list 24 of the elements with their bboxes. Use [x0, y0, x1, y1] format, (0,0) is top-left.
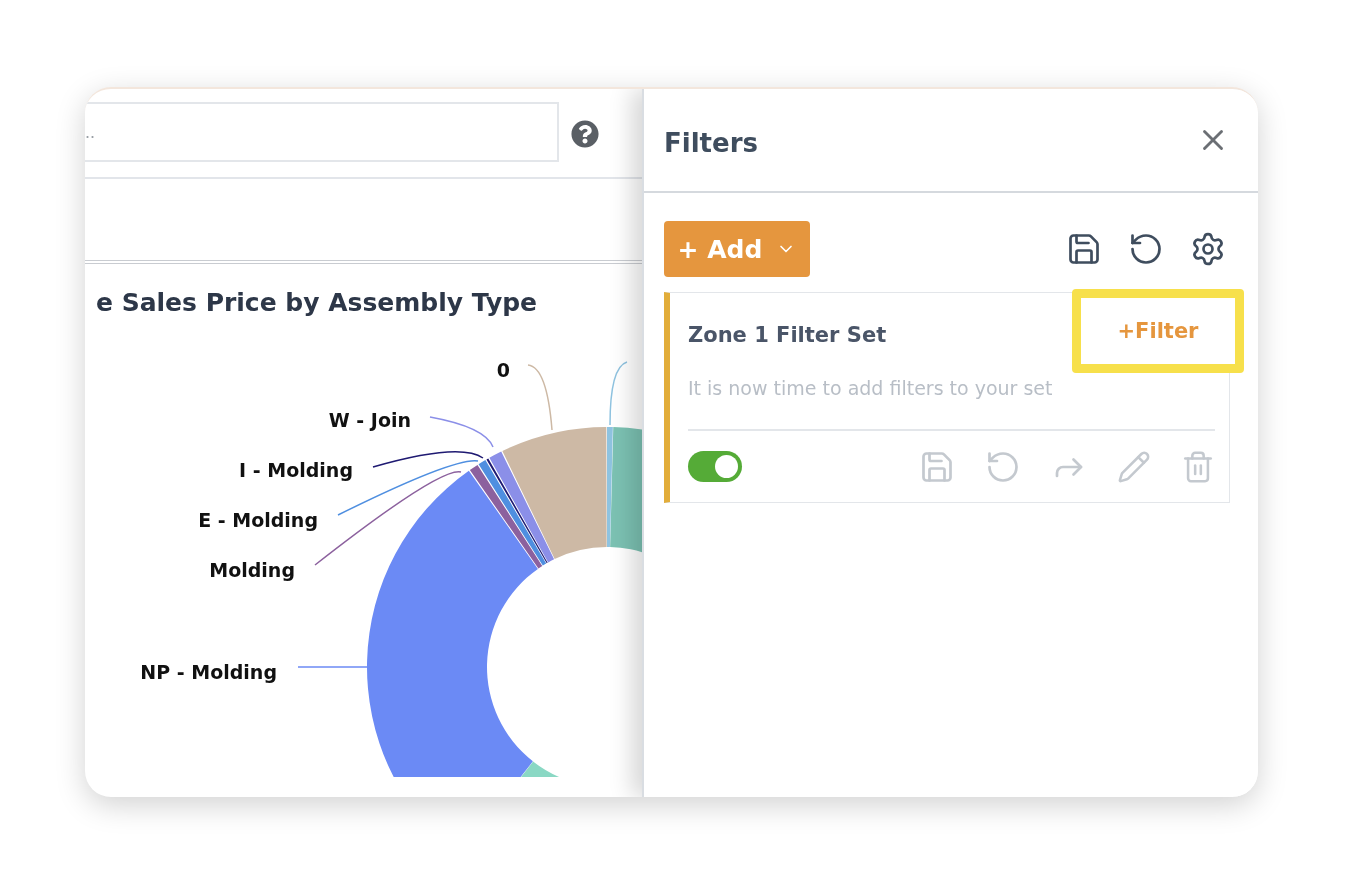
- filter-set-description: It is now time to add filters to your set: [688, 377, 1215, 431]
- chart-label: W - Join: [328, 409, 411, 431]
- save-icon[interactable]: [1066, 231, 1102, 267]
- undo-icon[interactable]: [1128, 231, 1164, 267]
- leader-line: [527, 364, 553, 431]
- chart-label: 0: [496, 359, 510, 381]
- leader-line: [429, 416, 494, 448]
- chart-label: E - Molding: [198, 509, 318, 531]
- search-field[interactable]: ..: [85, 102, 559, 162]
- add-button[interactable]: + Add: [664, 221, 810, 277]
- filter-set-title: Zone 1 Filter Set: [688, 323, 887, 347]
- chart-label: Molding: [209, 559, 295, 581]
- panel-title: Filters: [664, 128, 758, 158]
- settings-icon[interactable]: [1190, 231, 1226, 267]
- add-filter-button[interactable]: +Filter: [1072, 289, 1244, 373]
- chart-label: NP - Molding: [140, 661, 277, 683]
- leader-line: [297, 666, 369, 668]
- trash-icon[interactable]: [1181, 449, 1215, 484]
- help-icon[interactable]: [571, 120, 599, 148]
- chart-title: e Sales Price by Assembly Type: [96, 288, 539, 317]
- chart-label: I - Molding: [239, 459, 353, 481]
- pencil-icon[interactable]: [1117, 449, 1151, 484]
- toggle-switch[interactable]: [688, 451, 742, 482]
- leader-line: [609, 361, 628, 426]
